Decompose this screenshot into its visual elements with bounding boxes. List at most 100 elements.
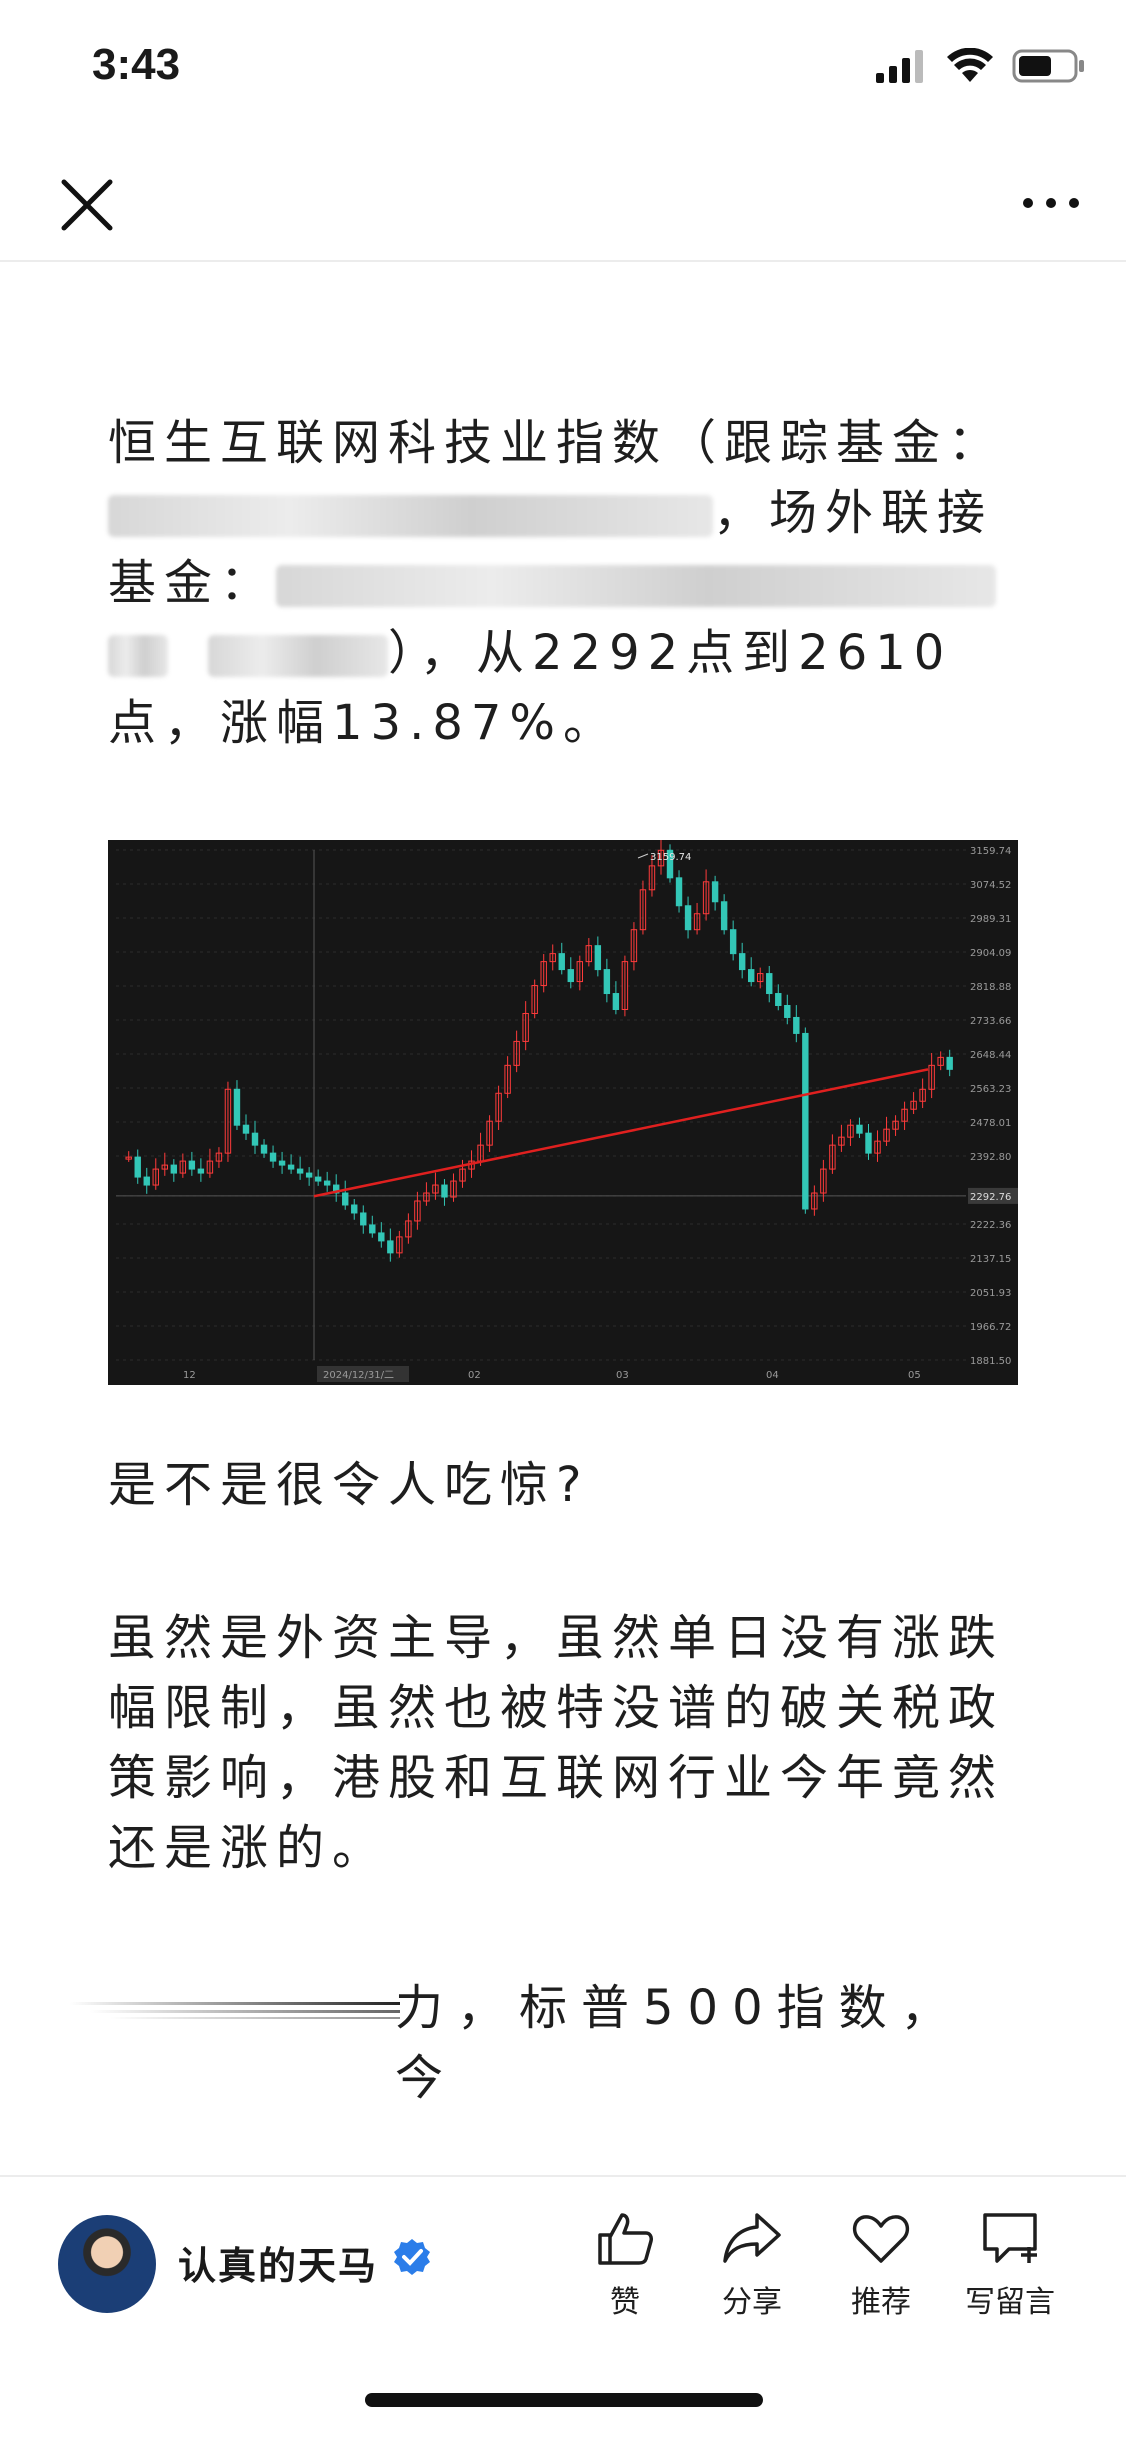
signal-icon [876,50,923,83]
text-line: 虽然是外资主导，虽然单日没有涨跌 [108,1610,1005,1666]
share-label: 分享 [722,2285,782,2320]
candle-body [269,1152,277,1162]
like-label: 赞 [610,2285,640,2320]
y-tick-label: 2648.44 [970,1050,1011,1061]
text-line: 点，涨幅13.87%。 [108,695,620,751]
share-icon [723,2213,781,2263]
x-tick-label: 12 [183,1370,196,1381]
text-line: ），从2292点到2610 [108,618,1013,688]
candle-body [784,1005,791,1018]
candle-body [305,1172,313,1178]
candle-body [856,1124,863,1134]
y-tick-label: 3074.52 [970,880,1011,891]
more-options-icon[interactable] [1016,178,1086,228]
comment-icon [983,2213,1037,2263]
candle-body [748,969,755,983]
candle-body [612,993,620,1010]
candle-body [143,1176,150,1186]
y-tick-label: 2137.15 [970,1254,1011,1265]
paragraph-question: 是不是很令人吃惊? [108,1457,590,1513]
candle-body [323,1180,331,1186]
paragraph-analysis: 虽然是外资主导，虽然单日没有涨跌 幅限制，虽然也被特没谱的破关税政 策影响，港股… [108,1603,1013,1883]
y-tick-label: 2392.80 [970,1152,1011,1163]
y-tick-label: 2478.01 [970,1118,1011,1129]
y-tick-label: 2989.31 [970,914,1011,925]
recommend-button[interactable]: 推荐 [826,2207,936,2321]
x-tick-label: 02 [468,1370,481,1381]
status-icons [874,48,1086,84]
candle-body [775,993,782,1007]
share-button[interactable]: 分享 [697,2207,807,2321]
x-tick-label: 2024/12/31/二 [323,1370,394,1381]
candle-body [603,969,611,995]
y-tick-label: 2051.93 [970,1288,1011,1299]
candlestick-chart: 3159.74 3074.52 2989.31 2904.09 2818.88 2733.… [116,837,1018,1382]
candle-body [351,1204,358,1214]
candle-body [802,1032,809,1210]
y-tick-label: 2818.88 [970,982,1011,993]
candle-body [134,1156,141,1178]
text-line: 还是涨的。 [108,1820,389,1876]
peak-marker [637,853,649,859]
candle-body [260,1144,268,1154]
paragraph-sp500-partial: 力，标普500指数，今 [395,1980,963,2106]
candle-body [233,1088,241,1126]
x-tick-label: 03 [616,1370,629,1381]
candle-body [729,929,737,955]
candle-body [766,973,773,995]
verified-badge-icon [394,2239,430,2275]
candle-body [251,1132,259,1146]
heart-icon [852,2215,910,2263]
candle-body [197,1168,205,1174]
candle-body [946,1056,953,1070]
candle-body [441,1184,448,1198]
blurred-fund-name [108,495,713,537]
nav-bar [0,150,1126,262]
battery-icon [1012,49,1084,83]
y-tick-label: 2733.66 [970,1016,1011,1027]
blurred-fund-name [276,565,997,607]
author-name[interactable]: 认真的天马 [178,2235,378,2290]
y-tick-label: 1966.72 [970,1322,1011,1333]
comment-label: 写留言 [965,2285,1055,2320]
text-line: ，场外联接 [108,478,1013,548]
current-price-label: 2292.76 [970,1192,1011,1203]
author-avatar[interactable] [58,2215,156,2313]
wifi-icon [947,48,993,82]
recommend-label: 推荐 [851,2285,911,2320]
candle-body [675,877,683,907]
like-button[interactable]: 赞 [570,2207,680,2321]
candle-body [296,1168,304,1174]
peak-label: 3159.74 [650,852,691,863]
close-icon[interactable] [52,170,122,240]
candle-body [342,1192,349,1206]
candle-body [738,953,746,971]
blurred-fund-code [208,635,388,677]
candle-body [170,1164,178,1174]
candle-body [793,1016,800,1034]
stock-chart: 3159.74 3074.52 2989.31 2904.09 2818.88 2733.… [108,837,1018,1385]
status-time: 3:43 [92,40,181,89]
candle-body [378,1232,385,1242]
candle-body [684,905,692,931]
candle-body [865,1132,872,1154]
candle-body [314,1176,322,1182]
candle-body [387,1240,394,1254]
candle-body [558,953,565,971]
y-tick-label: 2563.23 [970,1084,1011,1095]
text-line: 恒生互联网科技业指数（跟踪基金： [108,415,1005,471]
candle-body [594,945,602,971]
candle-body [369,1224,376,1234]
thumbs-up-icon [598,2213,653,2265]
y-tick-label: 2222.36 [970,1220,1011,1231]
y-tick-label: 1881.50 [970,1356,1011,1367]
paragraph-index-intro: 恒生互联网科技业指数（跟踪基金： ，场外联接 基金： ），从2292点到2610… [108,408,1013,758]
candle-body [360,1212,367,1226]
text-line: 幅限制，虽然也被特没谱的破关税政 [108,1680,1005,1736]
blurred-fund-name [108,635,168,677]
candle-body [287,1164,295,1170]
x-tick-label: 04 [766,1370,779,1381]
candle-body [278,1160,286,1166]
status-bar: 3:43 [0,0,1126,140]
comment-button[interactable]: 写留言 [955,2207,1065,2321]
